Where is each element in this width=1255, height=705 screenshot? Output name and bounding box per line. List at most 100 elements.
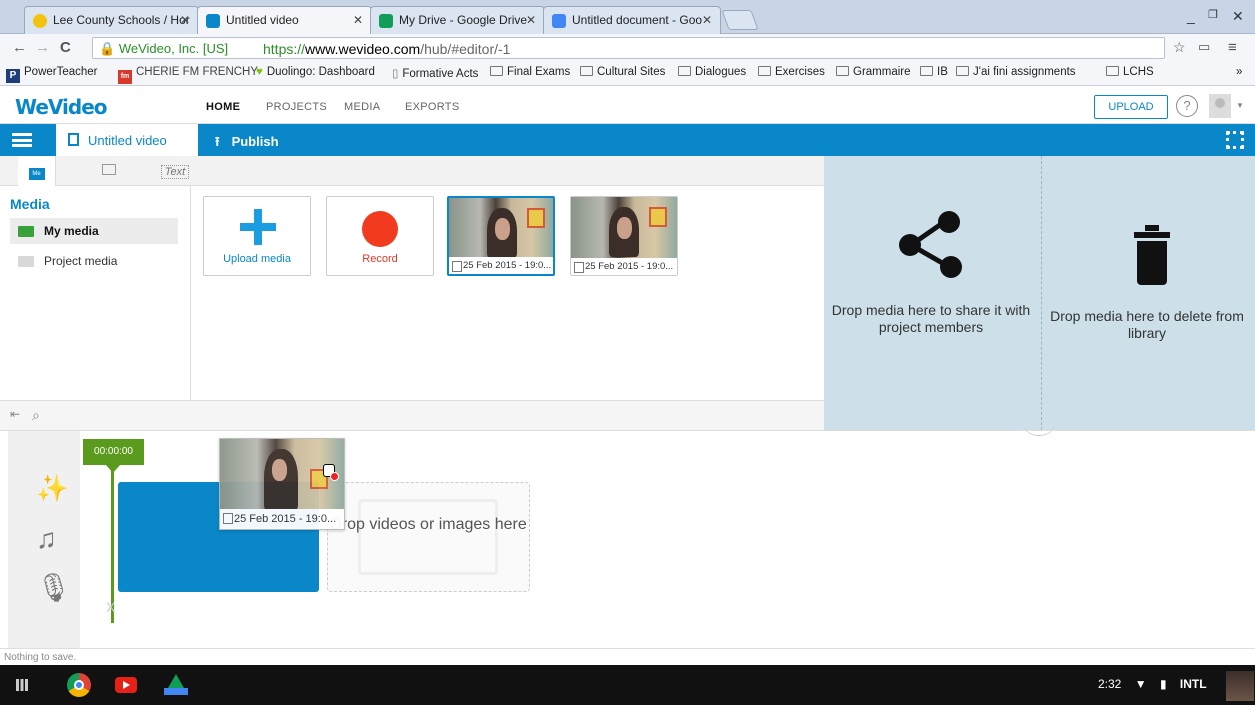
secure-origin-label: WeVideo, Inc. [US] bbox=[118, 41, 229, 56]
folder-icon bbox=[1106, 66, 1119, 76]
cast-icon[interactable]: ▭ bbox=[1198, 39, 1210, 55]
bookmark-star-icon[interactable]: ☆ bbox=[1173, 39, 1186, 56]
nav-home[interactable]: HOME bbox=[206, 101, 240, 113]
youtube-icon[interactable] bbox=[115, 677, 137, 693]
folder-icon bbox=[920, 66, 933, 76]
publish-button[interactable]: ⭱ Publish bbox=[215, 133, 279, 155]
duolingo-icon: ♥ bbox=[256, 66, 263, 78]
url-text: https://www.wevideo.com/hub/#editor/-1 bbox=[263, 41, 510, 57]
minimize-icon[interactable]: _ bbox=[1187, 8, 1195, 24]
record-button[interactable]: Record bbox=[326, 196, 434, 276]
help-icon[interactable]: ? bbox=[1176, 95, 1198, 117]
account-avatar[interactable] bbox=[1226, 671, 1254, 701]
bookmark-formative-acts[interactable]: ▯ Formative Acts bbox=[392, 66, 478, 80]
media-grid: Upload media Record 25 Feb 2015 - 19:0..… bbox=[192, 186, 824, 400]
close-tab-icon[interactable]: ✕ bbox=[180, 13, 190, 27]
tab-transitions[interactable] bbox=[90, 156, 128, 186]
reload-icon[interactable]: C bbox=[60, 39, 71, 56]
bookmark-folder-grammaire[interactable]: Grammaire bbox=[836, 66, 911, 78]
account-chevron-down-icon[interactable]: ▼ bbox=[1236, 101, 1244, 110]
collapse-panel-icon[interactable]: ⇤ bbox=[10, 407, 20, 421]
delete-drop-zone[interactable]: Drop media here to delete from library bbox=[1047, 308, 1247, 342]
bookmark-folder-lchs[interactable]: LCHS bbox=[1106, 66, 1154, 78]
folder-icon bbox=[678, 66, 691, 76]
editor-toolbar: Untitled video ⭱ Publish bbox=[0, 124, 1255, 156]
search-icon[interactable]: ⌕ bbox=[32, 407, 40, 424]
dragged-clip[interactable]: 25 Feb 2015 - 19:0... bbox=[219, 438, 345, 530]
sidebar-item-label: Project media bbox=[44, 254, 118, 268]
timeline-drop-area[interactable]: Drop videos or images here bbox=[327, 482, 530, 592]
user-avatar[interactable] bbox=[1209, 94, 1231, 118]
share-icon bbox=[899, 211, 962, 278]
close-tab-icon[interactable]: ✕ bbox=[702, 13, 712, 27]
bookmark-powerteacher[interactable]: P PowerTeacher bbox=[6, 66, 98, 83]
upload-button[interactable]: UPLOAD bbox=[1094, 95, 1168, 119]
system-tray[interactable]: 2:32 ▼ ▮ INTL bbox=[1098, 677, 1207, 691]
bookmark-label: Final Exams bbox=[507, 66, 571, 78]
bookmark-duolingo[interactable]: ♥ Duolingo: Dashboard bbox=[256, 66, 375, 78]
browser-tab-lee-county[interactable]: Lee County Schools / Hor ✕ bbox=[24, 6, 199, 34]
chrome-menu-icon[interactable]: ≡ bbox=[1228, 39, 1237, 56]
no-drop-cursor-icon bbox=[323, 464, 339, 481]
close-tab-icon[interactable]: ✕ bbox=[526, 13, 536, 27]
app-launcher-icon[interactable] bbox=[16, 679, 28, 691]
tab-my-media[interactable]: Me bbox=[18, 156, 56, 186]
bookmark-label: Dialogues bbox=[695, 66, 747, 78]
browser-tab-untitled-video[interactable]: Untitled video ✕ bbox=[197, 6, 372, 34]
forward-icon[interactable]: → bbox=[35, 39, 50, 56]
bookmark-cherie-fm[interactable]: fm CHERIE FM FRENCHY bbox=[118, 66, 258, 84]
timeline-end-marker: X bbox=[106, 599, 116, 615]
upload-arrow-icon: ⭱ bbox=[215, 134, 220, 149]
new-tab-button[interactable] bbox=[721, 10, 759, 30]
share-drop-zone[interactable]: Drop media here to share it with project… bbox=[831, 302, 1031, 336]
media-clip-2[interactable]: 25 Feb 2015 - 19:0... bbox=[570, 196, 678, 276]
fullscreen-icon[interactable] bbox=[1226, 131, 1244, 149]
wevideo-logo[interactable]: WeVideo bbox=[15, 95, 108, 119]
chrome-icon[interactable] bbox=[67, 673, 91, 697]
record-label: Record bbox=[362, 253, 398, 265]
docs-favicon-icon bbox=[552, 14, 566, 28]
magic-wand-icon[interactable]: ✨ bbox=[36, 473, 68, 504]
nav-projects[interactable]: PROJECTS bbox=[266, 101, 327, 113]
close-window-icon[interactable]: ✕ bbox=[1232, 8, 1244, 25]
bookmark-folder-cultural-sites[interactable]: Cultural Sites bbox=[580, 66, 665, 78]
project-title-tab[interactable]: Untitled video bbox=[56, 124, 198, 156]
browser-tab-title: Untitled video bbox=[226, 13, 299, 27]
bookmark-folder-final-exams[interactable]: Final Exams bbox=[490, 66, 570, 78]
close-tab-icon[interactable]: ✕ bbox=[353, 13, 363, 27]
sidebar-item-project-media[interactable]: Project media bbox=[10, 248, 178, 274]
folder-icon bbox=[18, 226, 34, 237]
bookmark-folder-jai-fini[interactable]: J'ai fini assignments bbox=[956, 66, 1076, 78]
browser-tab-google-drive[interactable]: My Drive - Google Drive ✕ bbox=[370, 6, 545, 34]
nav-media[interactable]: MEDIA bbox=[344, 101, 380, 113]
folder-icon bbox=[580, 66, 593, 76]
restore-icon[interactable]: ❐ bbox=[1208, 8, 1218, 21]
bookmark-folder-exercises[interactable]: Exercises bbox=[758, 66, 825, 78]
sidebar-item-my-media[interactable]: My media bbox=[10, 218, 178, 244]
record-icon bbox=[362, 211, 398, 247]
clip-label: 25 Feb 2015 - 19:0... bbox=[449, 257, 553, 274]
nav-exports[interactable]: EXPORTS bbox=[405, 101, 459, 113]
upload-media-button[interactable]: Upload media bbox=[203, 196, 311, 276]
google-drive-icon[interactable] bbox=[164, 674, 188, 695]
media-heading: Media bbox=[10, 196, 50, 212]
bookmark-folder-dialogues[interactable]: Dialogues bbox=[678, 66, 746, 78]
url-input[interactable]: 🔒 WeVideo, Inc. [US] https://www.wevideo… bbox=[92, 37, 1165, 59]
bookmark-folder-ib[interactable]: IB bbox=[920, 66, 948, 78]
playhead-timecode[interactable]: 00:00:00 bbox=[83, 439, 144, 465]
bookmark-label: LCHS bbox=[1123, 66, 1154, 78]
media-clip-1[interactable]: 25 Feb 2015 - 19:0... bbox=[447, 196, 555, 276]
music-note-icon[interactable]: ♫ bbox=[36, 523, 57, 555]
hamburger-menu-icon[interactable] bbox=[12, 133, 32, 147]
tab-text[interactable]: Text bbox=[154, 156, 196, 186]
bookmarks-bar: P PowerTeacher fm CHERIE FM FRENCHY ♥ Duoli… bbox=[0, 62, 1255, 86]
drive-favicon-icon bbox=[379, 14, 393, 28]
bookmarks-overflow-icon[interactable]: » bbox=[1236, 66, 1242, 78]
back-icon[interactable]: ← bbox=[12, 39, 27, 56]
browser-tab-google-doc[interactable]: Untitled document - Goo ✕ bbox=[543, 6, 721, 34]
browser-tab-title: Lee County Schools / Hor bbox=[53, 13, 190, 27]
page-icon: ▯ bbox=[392, 68, 399, 80]
url-host: www.wevideo.com bbox=[305, 41, 421, 57]
input-method-badge: INTL bbox=[1179, 677, 1207, 691]
microphone-icon[interactable]: 🎙 bbox=[36, 571, 72, 604]
